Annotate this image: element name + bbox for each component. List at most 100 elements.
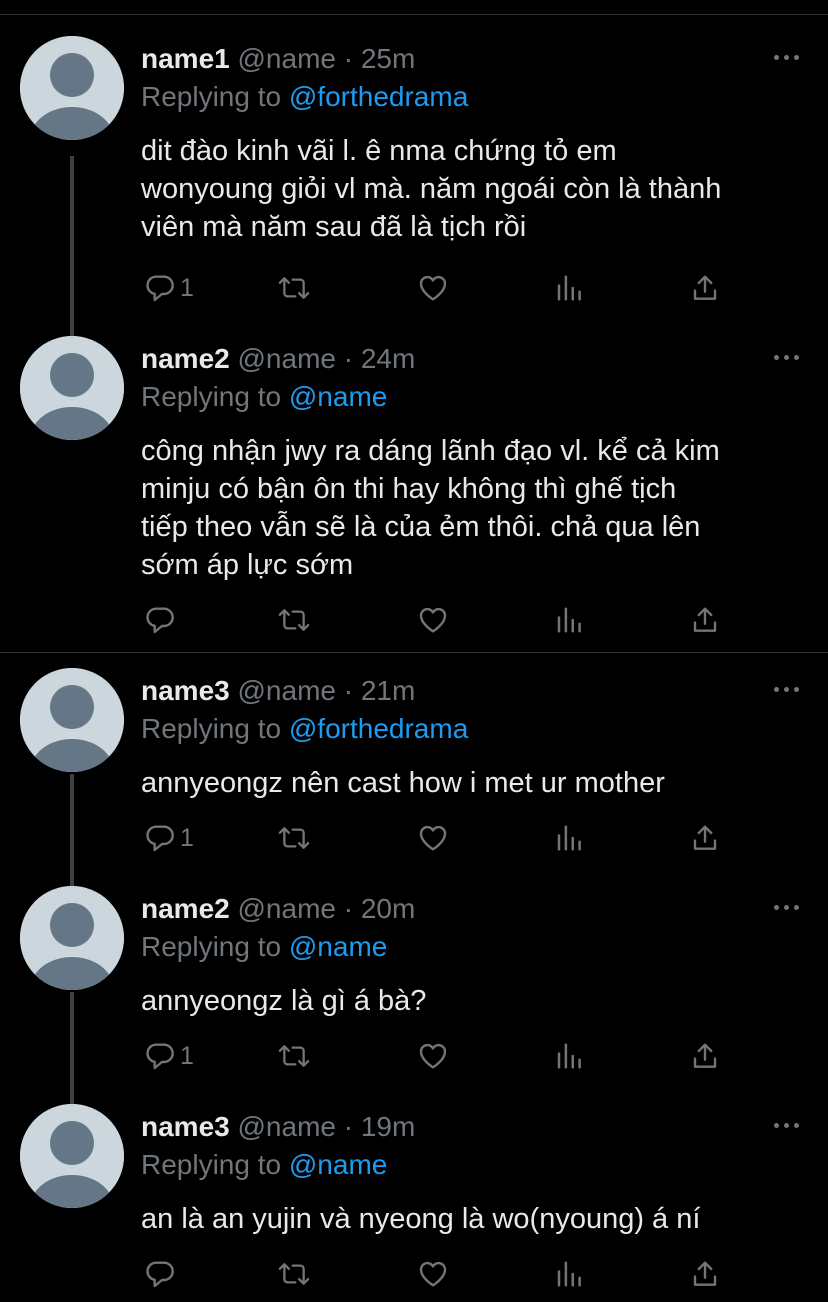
tweet[interactable]: name3 @name · 21m Replying to @forthedra… <box>0 668 828 799</box>
timestamp[interactable]: 20m <box>361 893 415 924</box>
share-icon <box>690 1040 720 1072</box>
replying-to: Replying to @name <box>141 928 387 966</box>
more-icon[interactable] <box>774 684 800 694</box>
tweet-actions <box>0 1256 828 1292</box>
display-name[interactable]: name1 <box>141 43 230 74</box>
tweet-text: annyeongz là gì á bà? <box>141 982 811 1020</box>
replying-to-mention[interactable]: @name <box>289 1149 387 1180</box>
user-handle[interactable]: @name <box>238 893 336 924</box>
analytics-button[interactable] <box>554 820 584 856</box>
more-icon[interactable] <box>774 902 800 912</box>
share-button[interactable] <box>690 602 720 638</box>
reply-count: 1 <box>180 1041 194 1070</box>
retweet-button[interactable] <box>276 270 312 306</box>
replying-to-label: Replying to <box>141 931 282 962</box>
separator-dot: · <box>343 43 354 74</box>
display-name[interactable]: name3 <box>141 675 230 706</box>
share-button[interactable] <box>690 1256 720 1292</box>
reply-button[interactable]: 1 <box>144 1038 194 1074</box>
replying-to-mention[interactable]: @forthedrama <box>289 81 468 112</box>
tweet-text-line: annyeongz nên cast how i met ur mother <box>141 767 665 799</box>
tweet-text: dit đào kinh vãi l. ê nma chứng tỏ em won… <box>141 132 811 246</box>
user-handle[interactable]: @name <box>238 343 336 374</box>
conversation-divider <box>0 652 828 653</box>
reply-count: 1 <box>180 823 194 852</box>
analytics-button[interactable] <box>554 602 584 638</box>
user-handle[interactable]: @name <box>238 675 336 706</box>
like-icon <box>416 1258 450 1290</box>
tweet-text: annyeongz nên cast how i met ur mother <box>141 764 811 802</box>
replying-to: Replying to @name <box>141 378 387 416</box>
retweet-icon <box>276 822 312 854</box>
tweet-text-line: sớm áp lực sớm <box>141 549 354 581</box>
more-icon[interactable] <box>774 1120 800 1130</box>
like-icon <box>416 1040 450 1072</box>
tweet[interactable]: name3 @name · 19m Replying to @name an l… <box>0 1104 828 1235</box>
display-name[interactable]: name2 <box>141 893 230 924</box>
retweet-button[interactable] <box>276 820 312 856</box>
replying-to-mention[interactable]: @forthedrama <box>289 713 468 744</box>
reply-button[interactable] <box>144 602 180 638</box>
tweet-actions: 1 <box>0 1038 828 1074</box>
reply-button[interactable]: 1 <box>144 270 194 306</box>
replying-to-label: Replying to <box>141 1149 282 1180</box>
replying-to: Replying to @forthedrama <box>141 710 468 748</box>
like-button[interactable] <box>416 602 450 638</box>
tweet-text: an là an yujin và nyeong là wo(nyoung) á… <box>141 1200 811 1238</box>
share-icon <box>690 1258 720 1290</box>
retweet-icon <box>276 272 312 304</box>
default-avatar-icon[interactable] <box>20 886 124 990</box>
share-icon <box>690 822 720 854</box>
tweet[interactable]: name2 @name · 20m Replying to @name anny… <box>0 886 828 1017</box>
timestamp[interactable]: 24m <box>361 343 415 374</box>
user-handle[interactable]: @name <box>238 43 336 74</box>
retweet-button[interactable] <box>276 1038 312 1074</box>
share-button[interactable] <box>690 1038 720 1074</box>
reply-count: 1 <box>180 273 194 302</box>
reply-icon <box>144 272 176 304</box>
retweet-button[interactable] <box>276 1256 312 1292</box>
analytics-button[interactable] <box>554 1256 584 1292</box>
reply-button[interactable]: 1 <box>144 820 194 856</box>
like-icon <box>416 272 450 304</box>
replying-to-mention[interactable]: @name <box>289 381 387 412</box>
like-button[interactable] <box>416 820 450 856</box>
tweet-text-line: minju có bận ôn thi hay không thì ghế tị… <box>141 473 677 505</box>
retweet-icon <box>276 604 312 636</box>
more-icon[interactable] <box>774 352 800 362</box>
replying-to: Replying to @forthedrama <box>141 78 468 116</box>
more-icon[interactable] <box>774 52 800 62</box>
analytics-icon <box>554 1040 584 1072</box>
share-button[interactable] <box>690 270 720 306</box>
reply-button[interactable] <box>144 1256 180 1292</box>
replying-to: Replying to @name <box>141 1146 387 1184</box>
default-avatar-icon[interactable] <box>20 336 124 440</box>
analytics-icon <box>554 1258 584 1290</box>
share-button[interactable] <box>690 820 720 856</box>
default-avatar-icon[interactable] <box>20 1104 124 1208</box>
like-button[interactable] <box>416 1038 450 1074</box>
default-avatar-icon[interactable] <box>20 36 124 140</box>
timestamp[interactable]: 21m <box>361 675 415 706</box>
top-divider <box>0 14 828 15</box>
timestamp[interactable]: 25m <box>361 43 415 74</box>
like-button[interactable] <box>416 270 450 306</box>
display-name[interactable]: name3 <box>141 1111 230 1142</box>
default-avatar-icon[interactable] <box>20 668 124 772</box>
tweet-text: công nhận jwy ra dáng lãnh đạo vl. kể cả… <box>141 432 811 584</box>
replying-to-mention[interactable]: @name <box>289 931 387 962</box>
user-handle[interactable]: @name <box>238 1111 336 1142</box>
tweet-text-line: dit đào kinh vãi l. ê nma chứng tỏ em <box>141 135 617 167</box>
tweet-text-line: wonyoung giỏi vl mà. năm ngoái còn là th… <box>141 173 722 205</box>
replying-to-label: Replying to <box>141 81 282 112</box>
like-button[interactable] <box>416 1256 450 1292</box>
tweet[interactable]: name1 @name · 25m Replying to @forthedra… <box>0 36 828 243</box>
timestamp[interactable]: 19m <box>361 1111 415 1142</box>
tweet-header: name3 @name · 21m <box>141 672 415 710</box>
separator-dot: · <box>343 675 354 706</box>
tweet[interactable]: name2 @name · 24m Replying to @name công… <box>0 336 828 581</box>
retweet-button[interactable] <box>276 602 312 638</box>
display-name[interactable]: name2 <box>141 343 230 374</box>
analytics-button[interactable] <box>554 270 584 306</box>
analytics-button[interactable] <box>554 1038 584 1074</box>
